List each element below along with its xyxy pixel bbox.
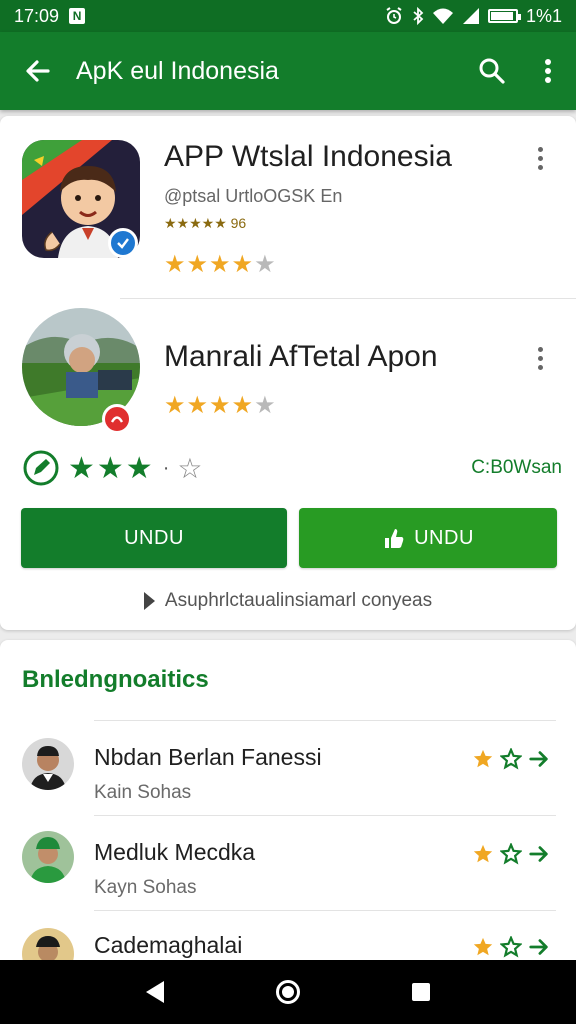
divider [94,815,556,816]
star-filled-icon: ★ [209,251,231,278]
star-outline-icon[interactable]: ☆ [177,452,202,485]
signal-icon [462,8,479,24]
arrow-right-icon[interactable] [528,748,550,770]
nav-home-icon[interactable] [276,980,300,1004]
star-filled-icon: ★ [231,251,254,278]
search-icon [479,58,505,84]
avatar [22,831,74,883]
star-empty-icon: ★ [254,392,276,419]
person-actions [472,843,550,865]
star-filled-icon: ★ [186,251,209,278]
arrow-right-icon[interactable] [528,936,550,958]
person-subtitle: Kain Sohas [94,782,192,803]
divider [120,298,576,299]
person-actions [472,748,550,770]
install-button-label: UNDU [414,526,474,549]
separator-dot: · [162,456,170,479]
summary-count: C:B0Wsan [471,457,562,478]
bookmark-star-icon[interactable] [500,936,522,958]
status-time: 17:09 [14,5,60,26]
app-rating-stars: ★ ★ ★ ★ ★ [164,394,276,418]
star-filled-icon: ★ [164,251,186,278]
battery-text: 1%1 [525,5,562,26]
person-name: Medluk Mecdka [94,839,256,865]
install-button[interactable]: UNDU [299,508,557,568]
star-empty-icon: ★ [254,251,276,278]
verified-badge-icon [108,228,138,258]
app-more-button[interactable] [528,138,552,178]
read-more-label: Asuphrlctaualinsiamarl conyeas [164,590,433,611]
section-title: Bnledngnoaitics [22,666,209,693]
read-more-link[interactable]: Asuphrlctaualinsiamarl conyeas [0,586,576,616]
status-bar: 17:09 N 1%1 [0,0,576,32]
person-name: Nbdan Berlan Fanessi [94,744,322,770]
nav-back-icon[interactable] [146,981,164,1003]
notification-icon: N [69,8,86,24]
person-subtitle: Kayn Sohas [94,877,197,898]
back-arrow-icon [26,60,50,82]
app-more-button[interactable] [528,338,552,378]
wifi-icon [432,8,453,24]
app-rating-stars: ★ ★ ★ ★ ★ [164,253,276,277]
system-nav-bar [0,960,576,1024]
star-filled-icon: ★ [231,392,254,419]
bookmark-star-icon[interactable] [500,748,522,770]
star-icon[interactable] [472,936,494,958]
app-item[interactable]: Manrali AfTetal Apon ★ ★ ★ ★ ★ [0,302,576,434]
nav-recents-icon[interactable] [412,983,430,1001]
star-filled-icon: ★ [164,392,186,419]
thumbs-up-icon [385,529,404,548]
divider [94,720,556,721]
search-button[interactable] [464,32,520,110]
download-button-label: UNDU [124,526,184,549]
summary-rating-row: ★★★ · ☆ C:B0Wsan [22,448,562,488]
bluetooth-icon [413,6,424,26]
app-listing-card: APP Wtslal Indonesia @ptsal UrtloOGSK En… [0,116,576,630]
overflow-menu-button[interactable] [520,32,576,110]
app-bar-title: ApK eul Indonesia [76,56,279,85]
list-item[interactable]: Medluk Mecdka Kayn Sohas [0,821,576,915]
divider [94,910,556,911]
download-button[interactable]: UNDU [21,508,287,568]
star-icon[interactable] [472,843,494,865]
app-item[interactable]: APP Wtslal Indonesia @ptsal UrtloOGSK En… [0,116,576,296]
battery-icon [487,9,521,23]
app-title: APP Wtslal Indonesia [164,140,452,173]
summary-stars: ★★★ [68,451,155,485]
people-card: Bnledngnoaitics Nbdan Berlan Fanessi Kai… [0,640,576,970]
app-mini-rating: ★★★★★ 96 [164,215,247,231]
back-button[interactable] [0,32,76,110]
app-title: Manrali AfTetal Apon [164,340,438,373]
app-badge-icon [102,404,132,434]
more-vert-icon [545,59,551,83]
star-filled-icon: ★ [186,392,209,419]
arrow-right-icon[interactable] [528,843,550,865]
avatar [22,738,74,790]
app-bar: ApK eul Indonesia [0,32,576,110]
app-developer: @ptsal UrtloOGSK En [164,186,343,206]
alarm-icon [386,7,402,24]
person-actions [472,936,550,958]
list-item[interactable]: Nbdan Berlan Fanessi Kain Sohas [0,726,576,820]
bookmark-star-icon[interactable] [500,843,522,865]
star-filled-icon: ★ [209,392,231,419]
pencil-icon [23,450,59,486]
star-icon[interactable] [472,748,494,770]
person-name: Cademaghalai [94,932,243,958]
play-icon [143,592,155,610]
